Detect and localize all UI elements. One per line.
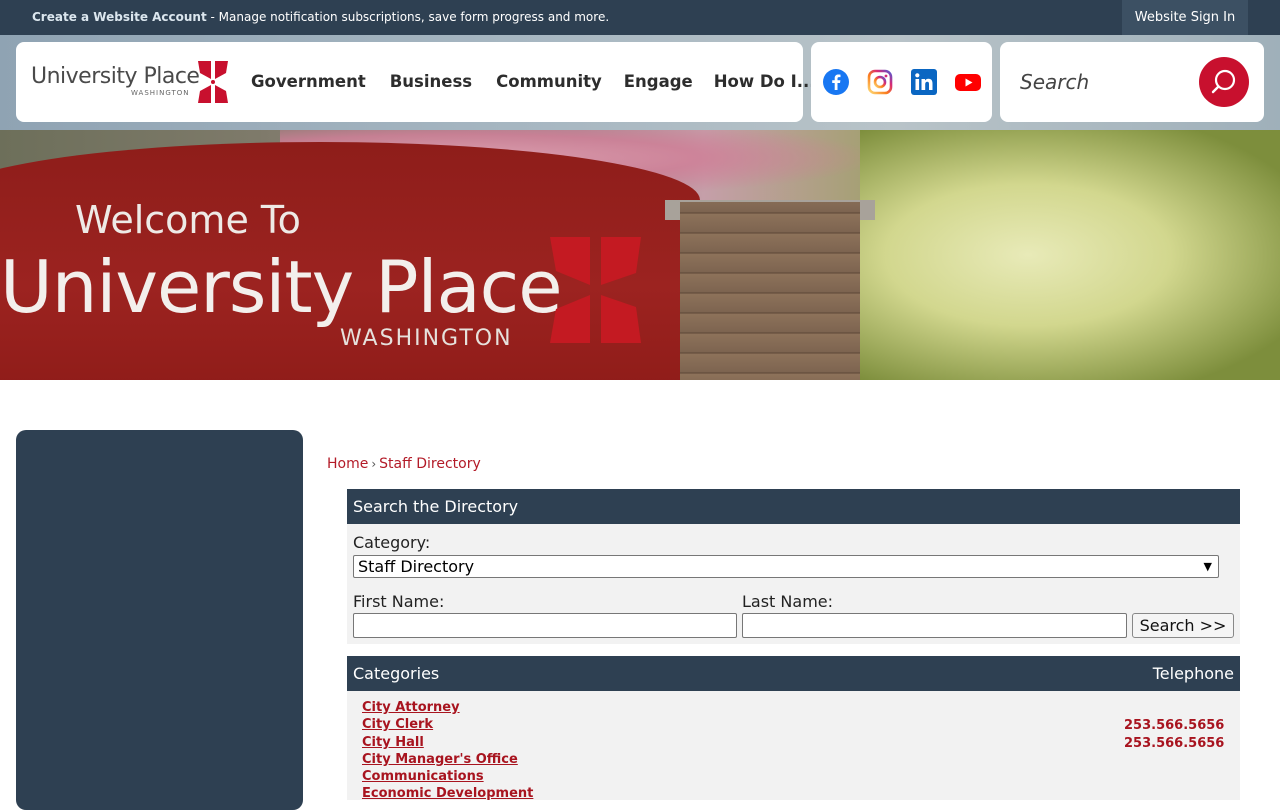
site-search-button[interactable]: [1199, 57, 1249, 107]
facebook-icon[interactable]: [823, 69, 849, 95]
breadcrumb: Home › Staff Directory: [327, 456, 481, 472]
last-name-input[interactable]: [742, 613, 1127, 638]
chevron-down-icon: ▼: [1203, 560, 1212, 573]
nav-business[interactable]: Business: [390, 72, 472, 91]
utility-bar: Create a Website Account - Manage notifi…: [0, 0, 1280, 35]
category-link[interactable]: City Hall: [362, 735, 424, 750]
flowering-bush: [860, 130, 1280, 380]
category-phone[interactable]: 253.566.5656: [1124, 736, 1224, 751]
main-nav: Government Business Community Engage How…: [251, 72, 816, 91]
logo-name: University Place: [31, 64, 200, 89]
breadcrumb-separator: ›: [371, 457, 377, 471]
category-select-value: Staff Directory: [358, 557, 475, 576]
directory-search-heading: Search the Directory: [347, 489, 1240, 524]
sidebar-panel: [16, 430, 303, 810]
hero-banner: Welcome To University Place WASHINGTON: [0, 130, 1280, 380]
youtube-icon[interactable]: [955, 69, 981, 95]
telephone-heading: Telephone: [1152, 664, 1234, 683]
hero-city-text: University Place: [0, 245, 563, 329]
linkedin-icon[interactable]: [911, 69, 937, 95]
flower-emblem-icon: [550, 237, 641, 343]
site-logo[interactable]: University Place WASHINGTON: [31, 59, 231, 107]
last-name-label: Last Name:: [742, 592, 834, 611]
category-label: Category:: [353, 533, 431, 552]
website-sign-in-button[interactable]: Website Sign In: [1122, 0, 1248, 35]
account-promo: Create a Website Account - Manage notifi…: [32, 10, 609, 24]
first-name-input[interactable]: [353, 613, 737, 638]
nav-engage[interactable]: Engage: [624, 72, 693, 91]
category-link[interactable]: City Attorney: [362, 700, 460, 715]
category-link[interactable]: City Clerk: [362, 717, 433, 732]
breadcrumb-current[interactable]: Staff Directory: [379, 456, 481, 472]
social-card: [811, 42, 992, 122]
hero-state-text: WASHINGTON: [340, 326, 513, 351]
directory-search-button[interactable]: Search >>: [1132, 613, 1234, 638]
site-search-input[interactable]: [1020, 66, 1190, 98]
category-select[interactable]: Staff Directory ▼: [353, 555, 1219, 578]
nav-community[interactable]: Community: [496, 72, 602, 91]
hero-welcome-text: Welcome To: [75, 198, 301, 242]
category-link[interactable]: City Manager's Office: [362, 752, 518, 767]
first-name-label: First Name:: [353, 592, 445, 611]
category-link[interactable]: Economic Development: [362, 786, 533, 801]
nav-how-do-i[interactable]: How Do I...: [714, 72, 816, 91]
logo-sub: WASHINGTON: [131, 89, 190, 97]
nav-government[interactable]: Government: [251, 72, 366, 91]
breadcrumb-home[interactable]: Home: [327, 456, 368, 472]
category-phone[interactable]: 253.566.5656: [1124, 718, 1224, 733]
stone-pillar: [680, 202, 860, 380]
categories-heading: Categories: [353, 664, 440, 683]
account-promo-text: - Manage notification subscriptions, sav…: [206, 10, 610, 24]
create-account-link[interactable]: Create a Website Account: [32, 10, 207, 24]
instagram-icon[interactable]: [867, 69, 893, 95]
search-card: [1000, 42, 1264, 122]
categories-header: Categories Telephone: [347, 656, 1240, 691]
logo-nav-card: University Place WASHINGTON Government B…: [16, 42, 816, 122]
flower-logo-icon: [198, 61, 228, 103]
category-link[interactable]: Communications: [362, 769, 484, 784]
search-icon: [1211, 69, 1236, 94]
